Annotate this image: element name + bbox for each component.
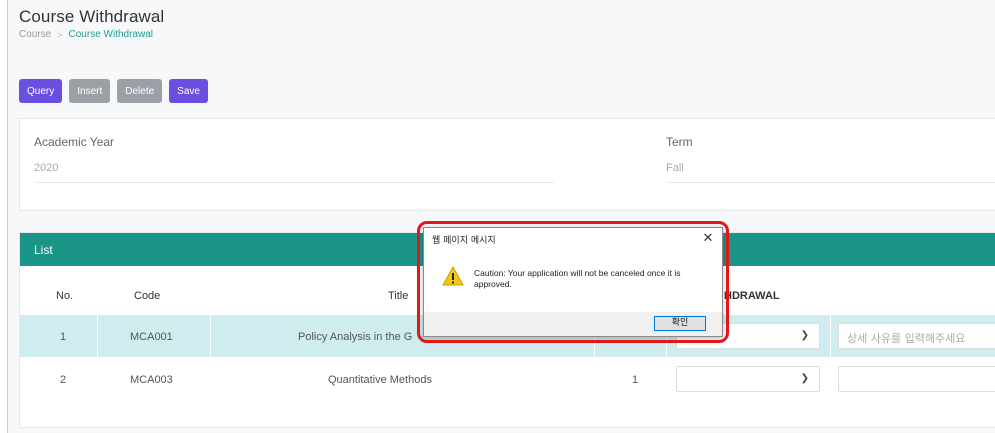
- cell-divider: [97, 315, 98, 357]
- insert-button[interactable]: Insert: [69, 79, 111, 103]
- row1-reason-input[interactable]: 상세 사유를 입력해주세요: [838, 323, 995, 349]
- cell-divider: [830, 315, 831, 357]
- breadcrumb-current[interactable]: Course Withdrawal: [69, 29, 153, 40]
- column-header-code: Code: [134, 290, 161, 302]
- filter-panel: Academic Year 2020 Term Fall: [19, 118, 995, 211]
- academic-year-field[interactable]: 2020: [34, 162, 554, 183]
- cell-divider: [210, 315, 211, 357]
- row1-no: 1: [60, 331, 67, 343]
- academic-year-label: Academic Year: [34, 135, 115, 149]
- toolbar: Query Insert Delete Save: [19, 79, 208, 103]
- query-button[interactable]: Query: [19, 79, 63, 103]
- chevron-down-icon: ❯: [800, 330, 809, 341]
- column-header-withdrawal: HDRAWAL: [724, 290, 780, 302]
- row1-title: Policy Analysis in the G: [298, 331, 413, 343]
- row2-reason-input[interactable]: [838, 366, 995, 392]
- annotation-highlight: [417, 221, 729, 343]
- window-left-edge: [0, 0, 8, 433]
- term-label: Term: [666, 135, 693, 149]
- row2-code: MCA003: [130, 374, 173, 386]
- save-button[interactable]: Save: [169, 79, 208, 103]
- breadcrumb: Course > Course Withdrawal: [19, 29, 153, 40]
- row1-code: MCA001: [130, 331, 173, 343]
- term-field[interactable]: Fall: [666, 162, 995, 183]
- column-header-no: No.: [56, 290, 74, 302]
- row2-credit: 1: [632, 374, 639, 386]
- delete-button[interactable]: Delete: [117, 79, 163, 103]
- row2-no: 2: [60, 374, 67, 386]
- chevron-down-icon: ❯: [800, 373, 809, 384]
- breadcrumb-root[interactable]: Course: [19, 29, 51, 40]
- page-title: Course Withdrawal: [19, 7, 165, 26]
- column-header-title: Title: [388, 290, 409, 302]
- row2-withdrawal-select[interactable]: ❯: [676, 366, 820, 392]
- breadcrumb-separator: >: [57, 29, 63, 40]
- row2-title: Quantitative Methods: [328, 374, 432, 386]
